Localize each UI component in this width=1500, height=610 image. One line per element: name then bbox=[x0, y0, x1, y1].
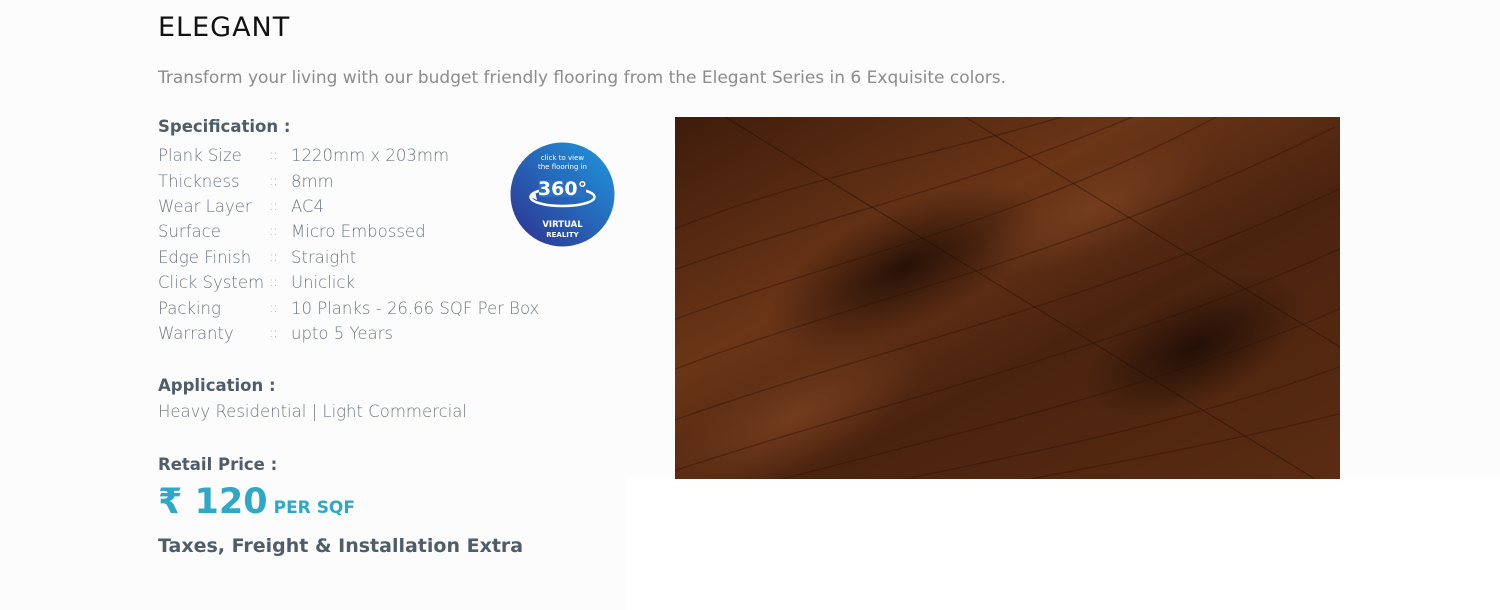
spec-key: Surface bbox=[158, 222, 221, 242]
badge-line2: the flooring in bbox=[538, 163, 587, 171]
spec-row-warranty: Warranty :: upto 5 Years bbox=[158, 321, 539, 346]
spec-row-thickness: Thickness :: 8mm bbox=[158, 168, 539, 193]
price-row: ₹ 120 PER SQF bbox=[158, 482, 355, 522]
spec-value: AC4 bbox=[291, 196, 325, 216]
spec-separator: :: bbox=[269, 198, 278, 214]
spec-key: Packing bbox=[158, 298, 221, 318]
price-heading: Retail Price : bbox=[158, 455, 278, 474]
price-amount: ₹ 120 bbox=[158, 482, 268, 522]
price-unit: PER SQF bbox=[273, 498, 355, 518]
product-subtitle: Transform your living with our budget fr… bbox=[158, 68, 1006, 88]
badge-reality: REALITY bbox=[546, 231, 579, 239]
spec-key: Thickness bbox=[158, 171, 240, 191]
application-value: Heavy Residential | Light Commercial bbox=[158, 402, 467, 421]
badge-360: 360° bbox=[538, 178, 587, 200]
specification-heading: Specification : bbox=[158, 117, 291, 136]
spec-row-click-system: Click System :: Uniclick bbox=[158, 270, 539, 295]
spec-separator: :: bbox=[269, 325, 278, 341]
spec-value: Straight bbox=[291, 247, 357, 267]
spec-separator: :: bbox=[269, 249, 278, 265]
spec-key: Plank Size bbox=[158, 146, 242, 166]
spec-value: 8mm bbox=[291, 171, 334, 191]
spec-row-surface: Surface :: Micro Embossed bbox=[158, 219, 539, 244]
spec-row-packing: Packing :: 10 Planks - 26.66 SQF Per Box bbox=[158, 295, 539, 320]
spec-separator: :: bbox=[269, 224, 278, 240]
spec-value: 1220mm x 203mm bbox=[291, 146, 450, 166]
spec-row-wear-layer: Wear Layer :: AC4 bbox=[158, 194, 539, 219]
badge-virtual: VIRTUAL bbox=[542, 220, 583, 230]
wood-floor-image bbox=[675, 117, 1340, 479]
badge-line1: click to view bbox=[541, 154, 585, 162]
spec-row-edge-finish: Edge Finish :: Straight bbox=[158, 245, 539, 270]
specification-table: Plank Size :: 1220mm x 203mm Thickness :… bbox=[158, 143, 539, 346]
vr-360-badge-button[interactable]: click to view the flooring in 360° VIRTU… bbox=[510, 142, 615, 247]
spec-key: Edge Finish bbox=[158, 247, 252, 267]
background-panel bbox=[626, 478, 1500, 610]
spec-value: upto 5 Years bbox=[291, 323, 394, 343]
spec-separator: :: bbox=[269, 300, 278, 316]
price-note: Taxes, Freight & Installation Extra bbox=[158, 535, 524, 557]
spec-key: Wear Layer bbox=[158, 196, 252, 216]
product-title: ELEGANT bbox=[158, 12, 291, 43]
spec-value: Uniclick bbox=[291, 273, 355, 293]
spec-separator: :: bbox=[269, 275, 278, 291]
spec-value: 10 Planks - 26.66 SQF Per Box bbox=[291, 298, 540, 318]
spec-key: Click System bbox=[158, 273, 265, 293]
spec-separator: :: bbox=[269, 173, 278, 189]
spec-separator: :: bbox=[269, 148, 278, 164]
spec-key: Warranty bbox=[158, 323, 234, 343]
spec-row-plank-size: Plank Size :: 1220mm x 203mm bbox=[158, 143, 539, 168]
application-heading: Application : bbox=[158, 376, 276, 395]
spec-value: Micro Embossed bbox=[291, 222, 426, 242]
